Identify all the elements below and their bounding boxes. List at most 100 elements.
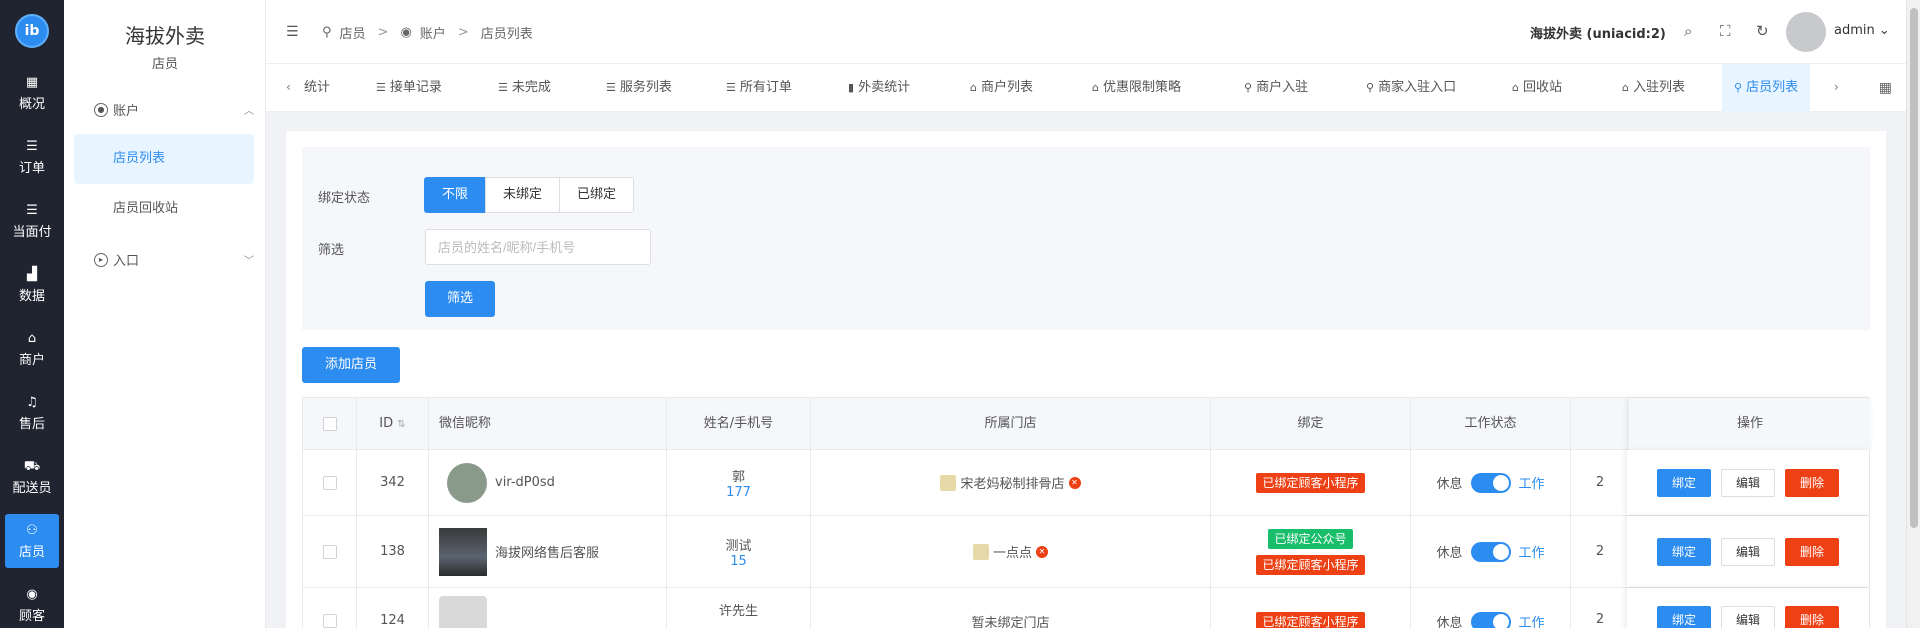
row-checkbox[interactable] (303, 516, 357, 587)
sidebar-item-clerk-recycle[interactable]: 店员回收站 (74, 184, 254, 234)
cell-store: 宋老妈秘制排骨店 ✕ (811, 450, 1211, 515)
cell-bind: 已绑定公众号 已绑定顾客小程序 (1211, 516, 1411, 587)
tab-join-list[interactable]: ⌂ 入驻列表 (1622, 64, 1685, 112)
work-status-toggle[interactable] (1470, 612, 1511, 628)
fullscreen-icon[interactable]: ⛶ (1720, 22, 1731, 40)
tab-label: 所有订单 (739, 80, 792, 95)
tab-order-records[interactable]: ☰ 接单记录 (376, 64, 442, 112)
select-all-checkbox[interactable] (303, 398, 357, 450)
sidebar-group-account[interactable]: ● 账户 ︿ (94, 100, 254, 119)
tab-label: 外卖统计 (858, 80, 911, 95)
chevron-right-icon[interactable]: › (1834, 80, 1839, 94)
chevron-down-icon: ⌄ (1878, 23, 1890, 38)
filter-button[interactable]: 筛选 (425, 281, 495, 317)
delete-button[interactable]: 删除 (1785, 606, 1840, 628)
sidebar-item-clerk-list[interactable]: 店员列表 (74, 134, 254, 184)
cell-extra: 2 (1595, 612, 1605, 627)
page-scrollbar[interactable] (1906, 0, 1920, 628)
icon-rail: ib ▦ 概况 ☰ 订单 ☰ 当面付 ▟ 数据 ⌂ 商户 ♫ 售后 ⛟ 配送员 ⚇ 店员 ◉ 顾客 (0, 0, 64, 628)
search-input[interactable] (425, 229, 651, 265)
edit-button[interactable]: 编辑 (1720, 606, 1775, 628)
rail-item-overview[interactable]: ▦ 概况 (5, 66, 59, 120)
tab-recycle-bin[interactable]: ⌂ 回收站 (1512, 64, 1562, 112)
breadcrumb-item[interactable]: 账户 (420, 23, 446, 42)
col-name-phone: 姓名/手机号 (667, 398, 811, 450)
bind-button[interactable]: 绑定 (1656, 606, 1711, 628)
bind-button[interactable]: 绑定 (1656, 468, 1711, 497)
cell-extra: 2 (1595, 544, 1605, 559)
clerk-table: ID ⇅ 微信昵称 姓名/手机号 所属门店 绑定 工作状态 操作 342 vir… (302, 397, 1871, 628)
list-icon: ☰ (498, 81, 508, 94)
grid-menu-icon[interactable]: ▦ (1879, 80, 1892, 96)
tab-merchant-join-entry[interactable]: ⚲ 商家入驻入口 (1366, 64, 1456, 112)
tab-discount-policy[interactable]: ⌂ 优惠限制策略 (1092, 64, 1181, 112)
scooter-icon: ⛟ (23, 458, 41, 474)
tab-bar: ‹ 统计 ☰ 接单记录 ☰ 未完成 ☰ 服务列表 ☰ 所有订单 ▮ 外卖统计 ⌂ 商户列表 … (266, 64, 1906, 112)
edit-button[interactable]: 编辑 (1720, 537, 1775, 566)
tab-delivery-stats[interactable]: ▮ 外卖统计 (848, 64, 910, 112)
sidebar-group-label: 账户 (113, 104, 140, 119)
rail-item-orders[interactable]: ☰ 订单 (5, 130, 59, 184)
cell-work-status: 休息 工作 (1411, 516, 1571, 587)
rail-item-data[interactable]: ▟ 数据 (5, 258, 59, 312)
tab-service-list[interactable]: ☰ 服务列表 (606, 64, 672, 112)
search-icon[interactable]: ⌕ (1684, 22, 1692, 40)
remove-store-icon[interactable]: ✕ (1036, 545, 1048, 558)
row-checkbox[interactable] (303, 450, 357, 515)
bind-button[interactable]: 绑定 (1656, 537, 1711, 566)
col-id[interactable]: ID ⇅ (357, 398, 429, 450)
app-logo[interactable]: ib (15, 14, 49, 48)
tab-clerk-list[interactable]: ⚲ 店员列表 (1722, 64, 1811, 112)
tab-label: 未完成 (511, 80, 551, 95)
rail-item-aftersale[interactable]: ♫ 售后 (5, 386, 59, 440)
rail-item-merchant[interactable]: ⌂ 商户 (5, 322, 59, 376)
work-label: 工作 (1518, 546, 1545, 561)
clerk-phone[interactable]: 177 (726, 485, 751, 500)
cell-work-status: 休息 工作 (1411, 588, 1571, 628)
rail-item-facepay[interactable]: ☰ 当面付 (5, 194, 59, 248)
cell-store: 暂未绑定门店 (811, 588, 1211, 628)
col-work-status: 工作状态 (1411, 398, 1571, 450)
user-menu[interactable]: admin ⌄ (1834, 23, 1890, 38)
table-row: 342 vir-dP0sd 郭 177 宋老妈秘制排骨店 ✕ 已绑定顾客小程序 休息… (303, 450, 1869, 516)
refresh-icon[interactable]: ↻ (1756, 22, 1769, 40)
col-actions: 操作 (1629, 398, 1871, 450)
rail-item-courier[interactable]: ⛟ 配送员 (5, 450, 59, 504)
store-logo-icon (940, 474, 957, 491)
rail-item-clerk[interactable]: ⚇ 店员 (5, 514, 59, 568)
list-icon: ☰ (376, 81, 386, 94)
users-icon: ⚇ (26, 522, 38, 538)
bind-option-all[interactable]: 不限 (424, 177, 487, 213)
remove-store-icon[interactable]: ✕ (1068, 476, 1081, 489)
delete-button[interactable]: 删除 (1785, 468, 1840, 497)
sidebar-group-entry[interactable]: ▸ 入口 ﹀ (94, 250, 254, 269)
row-checkbox[interactable] (303, 588, 357, 628)
bind-option-unbound[interactable]: 未绑定 (485, 177, 561, 213)
chevron-left-icon[interactable]: ‹ (286, 80, 291, 94)
rail-item-customer[interactable]: ◉ 顾客 (5, 578, 59, 628)
store-name: 宋老妈秘制排骨店 (960, 477, 1065, 492)
edit-button[interactable]: 编辑 (1720, 468, 1775, 497)
clerk-phone[interactable]: 15 (730, 554, 747, 569)
work-label: 工作 (1518, 616, 1545, 628)
work-status-toggle[interactable] (1470, 541, 1511, 562)
tab-merchant-join[interactable]: ⚲ 商户入驻 (1244, 64, 1308, 112)
tab-unfinished[interactable]: ☰ 未完成 (498, 64, 551, 112)
tab-merchant-list[interactable]: ⌂ 商户列表 (970, 64, 1033, 112)
scrollbar-thumb[interactable] (1910, 8, 1918, 528)
avatar[interactable] (1786, 12, 1826, 52)
delete-button[interactable]: 删除 (1785, 537, 1840, 566)
cell-name-phone: 郭 177 (667, 450, 811, 515)
cell-name-phone: 测试 15 (667, 516, 811, 587)
tab-all-orders[interactable]: ☰ 所有订单 (726, 64, 792, 112)
clerk-name: 许先生 (718, 604, 758, 619)
add-clerk-button[interactable]: 添加店员 (302, 347, 400, 383)
breadcrumb-item[interactable]: 店员 (340, 23, 366, 42)
bind-option-bound[interactable]: 已绑定 (559, 177, 635, 213)
tab-stats[interactable]: 统计 (304, 64, 330, 112)
collapse-menu-icon[interactable]: ☰ (286, 24, 299, 40)
work-status-toggle[interactable] (1470, 472, 1511, 493)
sort-icon[interactable]: ⇅ (397, 419, 405, 430)
clerk-name: 郭 (731, 469, 745, 485)
store-icon: ⌂ (970, 81, 977, 94)
